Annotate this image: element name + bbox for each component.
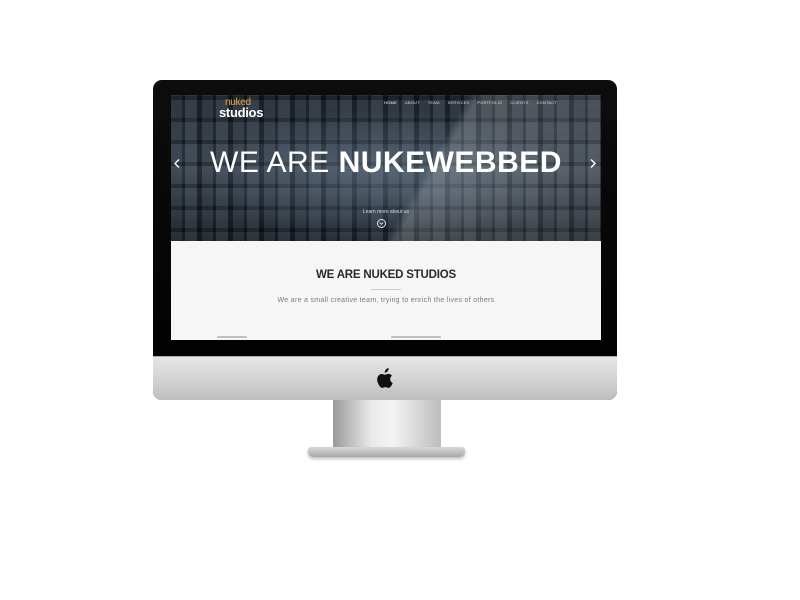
site-logo[interactable]: nuked studios	[219, 97, 265, 121]
imac-stand-base	[308, 447, 465, 457]
section-subtitle: We are a small creative team, trying to …	[277, 297, 495, 304]
nav-item-contact[interactable]: CONTACT	[537, 100, 557, 105]
apple-logo-icon	[377, 368, 393, 388]
nav-item-clients[interactable]: CLIENTS	[510, 100, 528, 105]
chevron-down-circle-icon[interactable]	[377, 219, 386, 228]
nav-item-team[interactable]: TEAM	[428, 100, 440, 105]
hero-slider: nuked studios HOME ABOUT TEAM SERVICES P…	[171, 95, 601, 241]
hero-title: WE ARE NUKEWEBBED	[171, 146, 601, 180]
logo-text-bottom: studios	[219, 105, 264, 120]
learn-more-link[interactable]: Learn more about us	[171, 209, 601, 215]
cutoff-content-right	[391, 336, 441, 338]
nav-item-about[interactable]: ABOUT	[405, 100, 420, 105]
cutoff-content-left	[217, 336, 247, 338]
section-divider	[371, 289, 401, 290]
hero-title-bold: NUKEWEBBED	[338, 146, 562, 179]
section-title: WE ARE NUKED STUDIOS	[316, 269, 456, 281]
hero-title-light: WE ARE	[210, 146, 330, 179]
nav-item-services[interactable]: SERVICES	[448, 100, 470, 105]
website-screen: nuked studios HOME ABOUT TEAM SERVICES P…	[171, 95, 601, 340]
main-nav: HOME ABOUT TEAM SERVICES PORTFOLIO CLIEN…	[384, 100, 557, 105]
nav-item-portfolio[interactable]: PORTFOLIO	[477, 100, 502, 105]
imac-stand-neck	[333, 400, 441, 448]
nav-item-home[interactable]: HOME	[384, 100, 397, 105]
